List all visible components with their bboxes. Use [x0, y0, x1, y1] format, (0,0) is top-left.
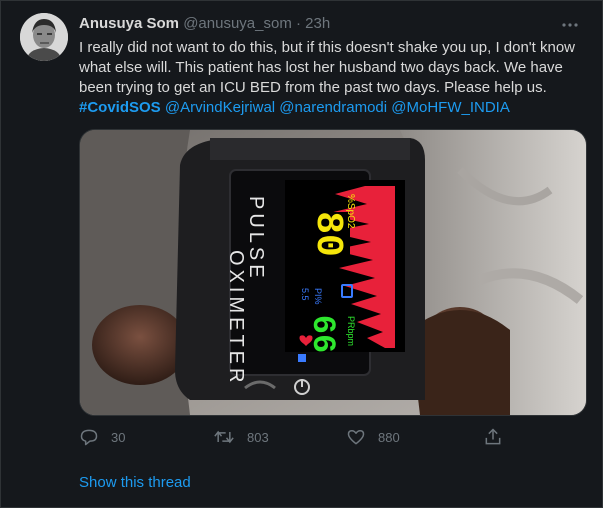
reply-button[interactable]: 30	[79, 427, 125, 447]
tweet-card[interactable]: Anusuya Som @anusuya_som · 23h I really …	[0, 0, 603, 508]
device-label-oximeter: OXIMETER	[225, 250, 247, 386]
tweet-actions-bar: 30 803 880	[79, 427, 519, 449]
tweet-timestamp[interactable]: 23h	[305, 15, 330, 32]
pulse-oximeter-photo: 80 %SpO2 PI% 5.5 66 PRbpm PULSE OXIMETER	[80, 130, 586, 415]
retweet-button[interactable]: 803	[213, 427, 269, 447]
more-options-icon[interactable]	[560, 17, 580, 33]
spo2-reading: 80	[306, 211, 349, 257]
avatar-photo	[20, 13, 68, 61]
heart-icon	[347, 430, 365, 445]
pi-label: PI%	[313, 288, 323, 305]
mention-link[interactable]: @narendramodi	[279, 99, 387, 116]
reply-icon	[80, 429, 98, 446]
author-name[interactable]: Anusuya Som	[79, 15, 179, 32]
pulse-rate-label: PRbpm	[346, 316, 356, 346]
pi-reading: 5.5	[300, 288, 310, 301]
hashtag-link[interactable]: #CovidSOS	[79, 99, 161, 116]
spo2-label: %SpO2	[345, 194, 356, 229]
tweet-body: I really did not want to do this, but if…	[79, 39, 576, 96]
tweet-text: I really did not want to do this, but if…	[79, 38, 594, 118]
mention-link[interactable]: @MoHFW_INDIA	[391, 99, 510, 116]
device-label-pulse: PULSE	[245, 196, 267, 282]
share-icon	[485, 428, 501, 445]
tweet-header: Anusuya Som @anusuya_som · 23h	[79, 14, 330, 34]
author-handle[interactable]: @anusuya_som	[183, 15, 292, 32]
reply-count: 30	[111, 429, 126, 445]
share-button[interactable]	[483, 427, 503, 447]
show-thread-link[interactable]: Show this thread	[79, 474, 191, 491]
like-button[interactable]: 880	[346, 427, 400, 447]
separator-dot: ·	[296, 15, 301, 32]
like-count: 880	[378, 429, 400, 445]
retweet-count: 803	[247, 429, 269, 445]
avatar[interactable]	[20, 13, 68, 61]
pulse-rate-reading: 66	[304, 315, 341, 353]
signal-bar-icon	[298, 354, 306, 362]
tweet-media-image[interactable]: 80 %SpO2 PI% 5.5 66 PRbpm PULSE OXIMETER	[79, 129, 587, 416]
mention-link[interactable]: @ArvindKejriwal	[165, 99, 275, 116]
retweet-icon	[214, 430, 234, 444]
